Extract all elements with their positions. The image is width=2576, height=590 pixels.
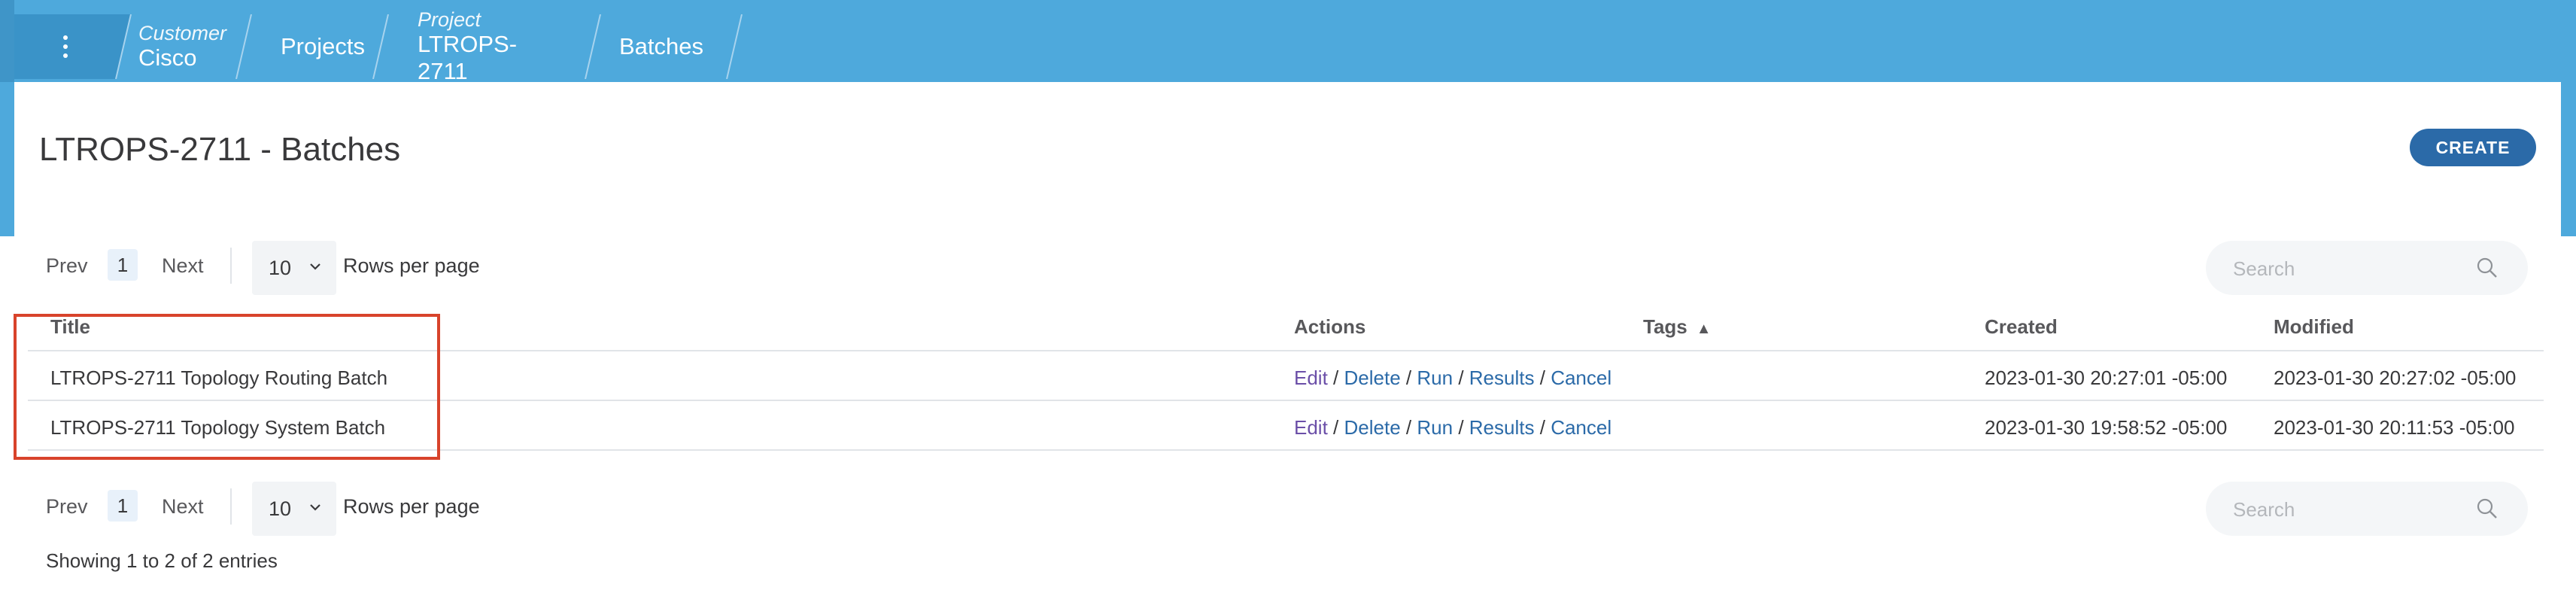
search-input[interactable]: Search (2206, 241, 2528, 295)
rows-per-page-select[interactable]: 10 (252, 241, 336, 295)
row-actions: Edit / Delete / Run / Results / Cancel (1294, 366, 1612, 389)
column-tags-label: Tags (1643, 315, 1687, 338)
rows-per-page-label: Rows per page (343, 254, 480, 277)
cancel-link[interactable]: Cancel (1551, 366, 1612, 389)
vertical-dots-icon (62, 35, 68, 58)
create-button[interactable]: CREATE (2410, 129, 2536, 166)
results-link[interactable]: Results (1469, 366, 1535, 389)
column-tags[interactable]: Tags ▲ (1643, 315, 1712, 339)
prev-page-button[interactable]: Prev (46, 254, 88, 278)
search-icon (2477, 257, 2497, 278)
rows-per-page-label: Rows per page (343, 495, 480, 518)
next-page-button[interactable]: Next (162, 254, 204, 278)
breadcrumb-batches[interactable]: Batches (619, 14, 703, 79)
results-link[interactable]: Results (1469, 416, 1535, 439)
breadcrumb-projects-label: Projects (281, 33, 365, 59)
top-nav-bar: Customer Cisco Projects Project LTROPS-2… (0, 0, 2576, 84)
column-created[interactable]: Created (1985, 315, 2058, 339)
breadcrumb-project-label: LTROPS-2711 (418, 31, 518, 84)
rows-per-page-value: 10 (269, 497, 292, 520)
table-row: LTROPS-2711 Topology Routing Batch Edit … (28, 351, 2544, 401)
search-input[interactable]: Search (2206, 482, 2528, 536)
run-link[interactable]: Run (1417, 416, 1453, 439)
breadcrumb-project[interactable]: Project LTROPS-2711 (418, 8, 517, 84)
content-card: LTROPS-2711 - Batches CREATE Prev 1 Next… (14, 82, 2557, 590)
breadcrumb-batches-label: Batches (619, 33, 704, 59)
pager-top: Prev 1 Next 10 Rows per page Search (14, 241, 2557, 295)
next-page-button[interactable]: Next (162, 495, 204, 519)
chevron-down-icon (310, 504, 320, 511)
search-placeholder: Search (2233, 257, 2295, 280)
prev-page-button[interactable]: Prev (46, 495, 88, 519)
breadcrumb-customer-caption: Customer (138, 22, 227, 44)
breadcrumb-project-caption: Project (418, 8, 481, 31)
chevron-down-icon (310, 263, 320, 270)
pager-divider (230, 488, 232, 525)
edit-link[interactable]: Edit (1294, 416, 1328, 439)
run-link[interactable]: Run (1417, 366, 1453, 389)
row-created: 2023-01-30 20:27:01 -05:00 (1985, 366, 2228, 389)
pager-bottom: Prev 1 Next 10 Rows per page Search (14, 482, 2557, 536)
table-header: Title Actions Tags ▲ Created Modified (28, 309, 2544, 351)
breadcrumb-projects[interactable]: Projects (281, 14, 365, 79)
breadcrumb-customer[interactable]: Customer Cisco (138, 14, 226, 79)
edit-link[interactable]: Edit (1294, 366, 1328, 389)
column-actions: Actions (1294, 315, 1366, 338)
left-border (0, 82, 14, 236)
row-modified: 2023-01-30 20:27:02 -05:00 (2274, 366, 2517, 389)
row-modified: 2023-01-30 20:11:53 -05:00 (2274, 416, 2515, 439)
page-number[interactable]: 1 (108, 490, 138, 522)
search-placeholder: Search (2233, 498, 2295, 521)
row-title: LTROPS-2711 Topology System Batch (50, 416, 386, 439)
nav-left-edge (0, 0, 14, 82)
batches-table: Title Actions Tags ▲ Created Modified LTR… (28, 309, 2544, 451)
page-number[interactable]: 1 (108, 249, 138, 281)
row-created: 2023-01-30 19:58:52 -05:00 (1985, 416, 2228, 439)
sort-ascending-icon: ▲ (1696, 321, 1712, 337)
delete-link[interactable]: Delete (1344, 366, 1401, 389)
column-title[interactable]: Title (50, 315, 90, 339)
rows-per-page-value: 10 (269, 256, 292, 279)
search-icon (2477, 498, 2497, 519)
rows-per-page-select[interactable]: 10 (252, 482, 336, 536)
cancel-link[interactable]: Cancel (1551, 416, 1612, 439)
row-title: LTROPS-2711 Topology Routing Batch (50, 366, 388, 389)
page-title: LTROPS-2711 - Batches (39, 131, 401, 168)
row-actions: Edit / Delete / Run / Results / Cancel (1294, 416, 1612, 439)
breadcrumb-customer-label: Cisco (138, 44, 197, 71)
column-modified[interactable]: Modified (2274, 315, 2354, 339)
entries-summary: Showing 1 to 2 of 2 entries (46, 549, 278, 572)
table-row: LTROPS-2711 Topology System Batch Edit /… (28, 401, 2544, 451)
delete-link[interactable]: Delete (1344, 416, 1401, 439)
left-border-lower (0, 236, 14, 590)
right-border-upper (2561, 82, 2576, 236)
pager-divider (230, 248, 232, 284)
